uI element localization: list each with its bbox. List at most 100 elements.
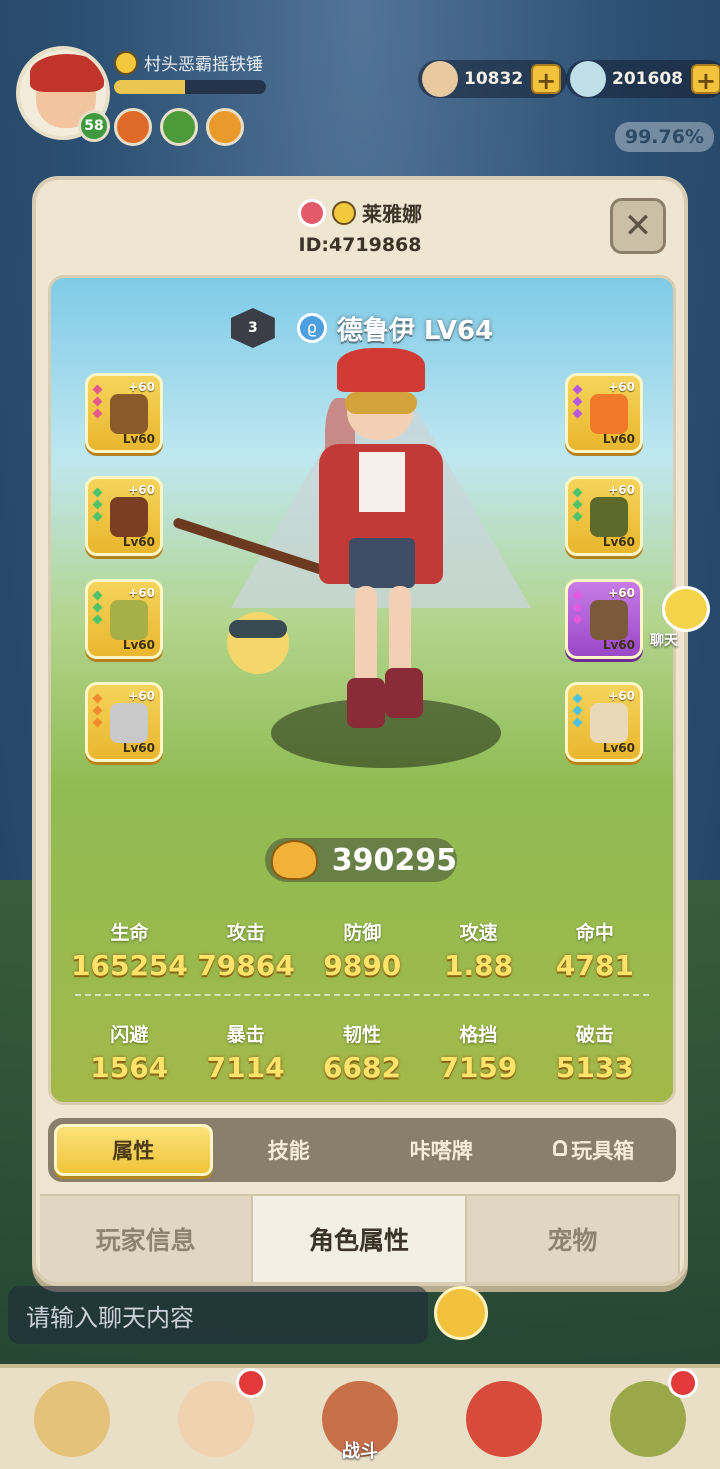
currency-shell-value: 10832 [464,69,524,89]
nav-item-1[interactable] [0,1368,144,1469]
chat-float-button[interactable]: 聊天 [638,586,718,656]
notification-badge [236,1368,266,1398]
gem-icon [92,408,103,419]
xp-bar-fill [114,80,186,94]
stat-attack: 攻击 79864 [188,918,304,982]
gem-icon [92,614,103,625]
tab-toybox[interactable]: 玩具箱 [518,1124,671,1176]
stat-value: 79864 [197,949,295,982]
beast-icon [34,1380,110,1457]
player-name: 村头恶霸摇铁锤 [114,50,263,75]
nav-item-4[interactable] [432,1368,576,1469]
character-scene: 3 ϱ 德鲁伊 LV64 +60 Lv60 +60 Lv60 +60 Lv60 … [48,275,676,1105]
gem-icon [92,693,103,704]
chat-input[interactable]: 请输入聊天内容 [8,1286,428,1344]
emoji-button[interactable] [434,1286,488,1340]
profile-name: 莱雅娜 [362,202,422,226]
enhance-level: +60 [608,689,635,703]
stat-value: 1564 [90,1051,169,1084]
tab-character-attributes[interactable]: 角色属性 [253,1196,467,1282]
player-name-text: 村头恶霸摇铁锤 [144,55,263,75]
equip-slot-left-4[interactable]: +60 Lv60 [85,682,163,762]
pet-goggles [229,620,287,638]
hud-icon-row [114,108,244,146]
stat-hp: 生命 165254 [71,918,188,982]
stat-crit: 暴击 7114 [187,1020,303,1084]
gem-icon [572,614,583,625]
gem-icon [92,499,103,510]
gem-icon [572,717,583,728]
chat-bubble-icon [662,586,710,632]
gem-icon [92,396,103,407]
close-button[interactable]: ✕ [610,198,666,254]
char-boot-right [385,668,423,718]
sub-tab-bar: 属性 技能 咔嗒牌 玩具箱 [48,1118,676,1182]
char-goggles [345,392,417,414]
nav-item-5[interactable] [576,1368,720,1469]
item-level: Lv60 [602,741,635,755]
stat-value: 6682 [323,1051,401,1084]
char-leg-left [355,586,377,686]
equip-slot-right-2[interactable]: +60 Lv60 [565,476,643,556]
enhance-level: +60 [608,586,635,600]
stats-row-1: 生命 165254 攻击 79864 防御 9890 攻速 1.88 命中 4781 [71,918,653,982]
stat-defense: 防御 9890 [304,918,420,982]
key-icon [298,198,326,227]
class-title-row: 3 ϱ 德鲁伊 LV64 [51,308,673,348]
tab-pets[interactable]: 宠物 [466,1196,680,1282]
stat-value: 9890 [323,949,402,982]
stat-attack-speed: 攻速 1.88 [420,918,536,982]
branch-item-icon [110,497,148,537]
tab-player-info[interactable]: 玩家信息 [40,1196,254,1282]
nav-item-2[interactable] [144,1368,288,1469]
stat-label: 格挡 [459,1024,498,1046]
stats-divider [75,994,649,996]
equip-slot-left-2[interactable]: +60 Lv60 [85,476,163,556]
buff-icon[interactable] [114,108,152,146]
modal-header: 莱雅娜 ID:4719868 ✕ [36,180,684,275]
bottom-nav: 战斗 [0,1364,720,1469]
stat-value: 7114 [206,1051,285,1084]
add-gem-button[interactable]: + [690,64,720,95]
gem-icon [92,487,103,498]
progress-percent: 99.76% [614,122,714,152]
equip-slot-right-4[interactable]: +60 Lv60 [565,682,643,762]
stat-label: 命中 [575,922,614,944]
tab-cards[interactable]: 咔嗒牌 [365,1124,518,1176]
item-level: Lv60 [122,535,155,549]
add-shell-button[interactable]: + [531,64,562,95]
gem-icon [572,511,583,522]
equip-slot-left-1[interactable]: +60 Lv60 [85,373,163,453]
stat-dodge: 闪避 1564 [71,1020,187,1084]
stat-toughness: 韧性 6682 [304,1020,420,1084]
staff-item-icon [110,394,148,434]
stat-value: 1.88 [444,949,514,982]
totem-item-icon [590,600,628,640]
muscle-arm-icon [271,840,318,880]
equip-slot-right-1[interactable]: +60 Lv60 [565,373,643,453]
stat-label: 闪避 [110,1024,149,1046]
pet-icon[interactable] [160,108,198,146]
equip-slot-right-3[interactable]: +60 Lv60 [565,579,643,659]
player-profile-modal: 莱雅娜 ID:4719868 ✕ 3 ϱ 德鲁伊 LV64 +60 Lv60 +… [32,176,688,1286]
gem-icon [92,511,103,522]
stats-row-2: 闪避 1564 暴击 7114 韧性 6682 格挡 7159 破击 5133 [71,1020,653,1084]
equip-slot-left-3[interactable]: +60 Lv60 [85,579,163,659]
item-level: Lv60 [602,432,635,446]
stat-block: 格挡 7159 [420,1020,536,1084]
necklace-item-icon [590,703,628,743]
emoji-face-icon [332,200,356,225]
stat-label: 生命 [110,922,149,944]
event-icon[interactable] [206,108,244,146]
nav-item-battle[interactable]: 战斗 [288,1368,432,1469]
tab-attributes[interactable]: 属性 [54,1124,213,1176]
player-level-badge: 58 [78,110,110,142]
tab-toybox-label: 玩具箱 [571,1139,635,1163]
gem-icon [572,590,583,601]
stat-label: 防御 [343,922,382,944]
item-level: Lv60 [602,535,635,549]
stat-label: 攻速 [459,922,498,944]
stat-hit: 命中 4781 [537,918,653,982]
stat-label: 攻击 [227,922,266,944]
tab-skills[interactable]: 技能 [213,1124,366,1176]
